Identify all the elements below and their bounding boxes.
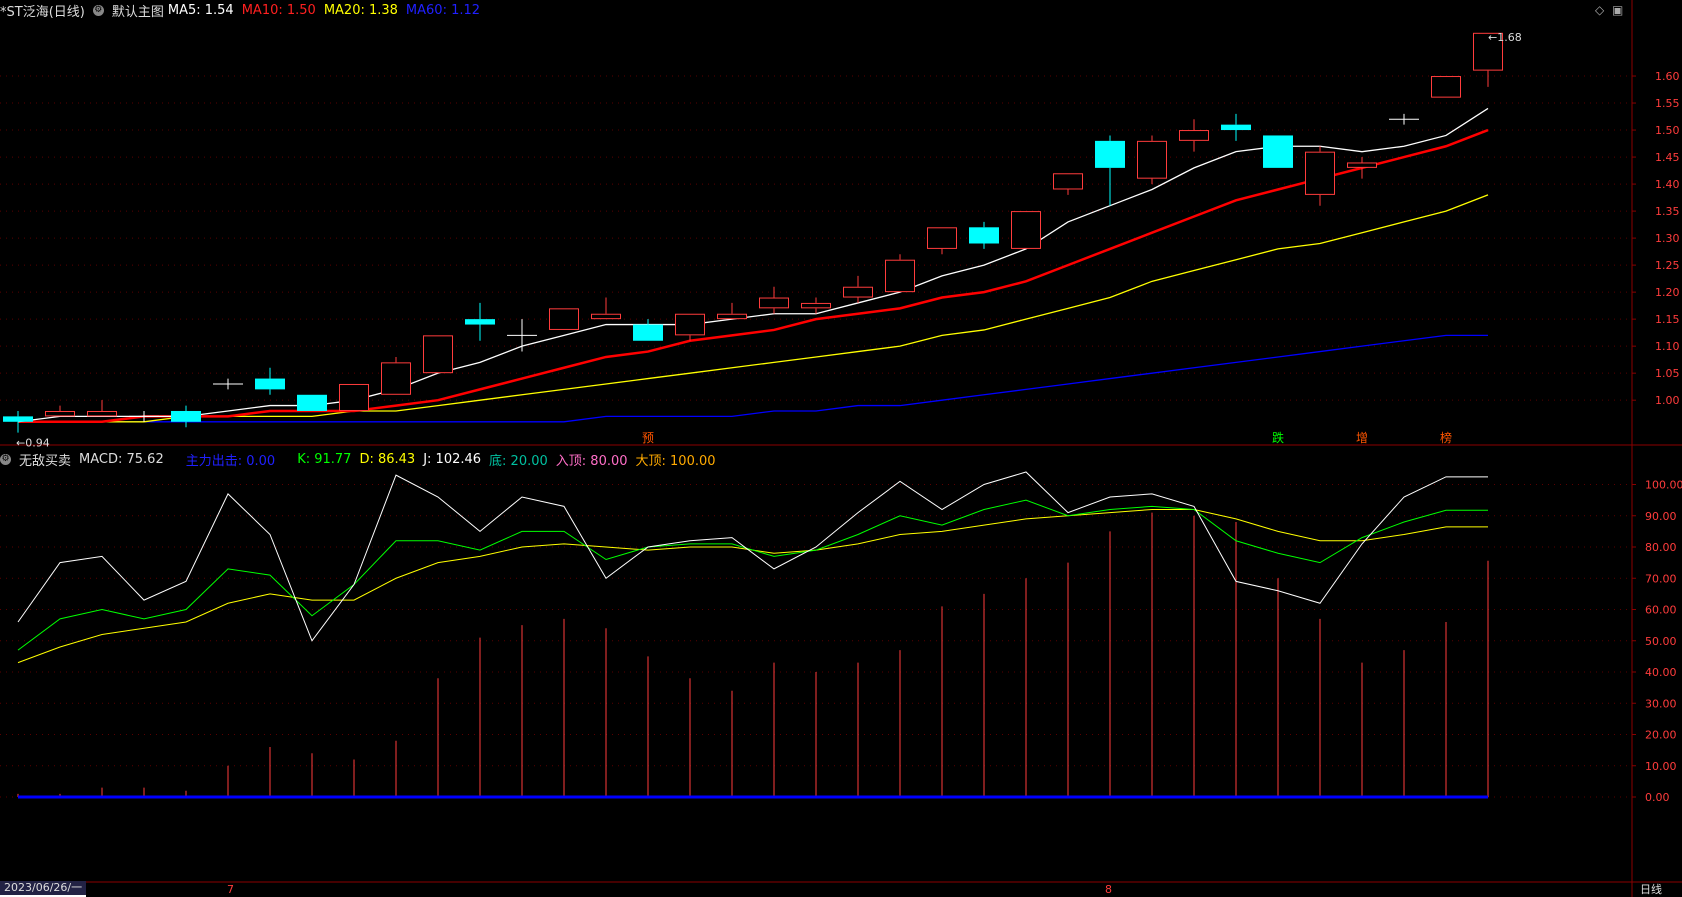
price-annotation: ←0.94 <box>16 437 50 450</box>
settings-icon[interactable]: ⚙ <box>92 4 104 16</box>
rudin-label: 入顶: 80.00 <box>555 453 628 469</box>
candle-body <box>1179 130 1209 141</box>
candle-body <box>1431 76 1461 98</box>
signal-label: 跌 <box>1272 430 1284 445</box>
ma5-label: MA5: 1.54 <box>167 2 234 18</box>
k-line <box>17 499 1488 651</box>
candle-body <box>1137 140 1167 179</box>
candle-body <box>549 308 579 330</box>
candle-body <box>255 378 285 390</box>
main-chart-header: *ST泛海(日线) ⚙ 默认主图 MA5: 1.54 MA10: 1.50 MA2… <box>0 1 488 20</box>
ma60-label: MA60: 1.12 <box>405 2 481 18</box>
y-tick-label: 10.00 <box>1645 760 1677 773</box>
k-label: K: 91.77 <box>297 451 352 467</box>
diamond-icon[interactable]: ◇ <box>1595 3 1604 17</box>
y-tick-label: 1.55 <box>1655 97 1680 110</box>
y-tick-label: 1.20 <box>1655 286 1680 299</box>
d-label: D: 86.43 <box>359 451 416 467</box>
candle-body <box>171 410 201 422</box>
signal-label: 预 <box>642 431 654 445</box>
y-tick-label: 60.00 <box>1645 604 1677 617</box>
y-tick-label: 30.00 <box>1645 697 1677 710</box>
start-date: 2023/06/26/一 <box>0 881 87 897</box>
candle-body <box>339 383 369 411</box>
candle-body <box>1347 162 1377 168</box>
ma10-label: MA10: 1.50 <box>241 2 316 18</box>
ma60-line <box>18 334 1488 423</box>
candle-body <box>885 259 915 293</box>
candle-body <box>87 410 117 417</box>
candle-body <box>633 324 663 341</box>
y-tick-label: 1.00 <box>1655 394 1680 407</box>
candle-body <box>381 362 411 395</box>
y-tick-label: 1.50 <box>1655 124 1680 137</box>
signal-label: 增 <box>1356 431 1368 445</box>
settings-icon[interactable]: ⚙ <box>0 453 11 465</box>
chart-canvas: 1.00 1.05 1.10 1.15 1.20 1.25 1.30 1.35 1.40 1.45… <box>0 0 1682 897</box>
symbol-title[interactable]: *ST泛海(日线) <box>0 1 85 20</box>
candle-body <box>927 227 957 249</box>
candle-body <box>45 410 75 417</box>
y-tick-label: 80.00 <box>1645 541 1677 554</box>
y-tick-label: 1.40 <box>1655 178 1680 191</box>
macd-label: MACD: 75.62 <box>79 451 164 467</box>
candle-body <box>1053 173 1083 190</box>
d-line <box>17 509 1488 664</box>
y-tick-label: 0.00 <box>1645 791 1670 804</box>
candle-body <box>297 394 327 411</box>
candle-body <box>591 313 621 320</box>
ma20-label: MA20: 1.38 <box>323 2 398 18</box>
y-tick-label: 1.45 <box>1655 151 1680 164</box>
candle-body <box>1095 140 1125 168</box>
ma10-line <box>18 128 1489 424</box>
price-annotation: ←1.68 <box>1488 31 1522 44</box>
di-label: 底: 20.00 <box>489 453 548 469</box>
y-tick-label: 1.60 <box>1655 70 1680 83</box>
candle-body <box>801 302 831 309</box>
y-tick-label: 1.15 <box>1655 313 1680 326</box>
y-tick-label: 100.00 <box>1645 479 1682 492</box>
candle-body <box>717 313 747 320</box>
ma20-line <box>18 194 1489 423</box>
y-tick-label: 70.00 <box>1645 572 1677 585</box>
main-label[interactable]: 默认主图 <box>112 1 164 20</box>
zhuli-label: 主力出击: 0.00 <box>185 453 276 469</box>
candle-body <box>969 227 999 244</box>
period-tab[interactable]: 日线 <box>1640 883 1662 897</box>
y-tick-label: 20.00 <box>1645 729 1677 742</box>
y-tick-label: 1.10 <box>1655 340 1680 353</box>
j-label: J: 102.46 <box>423 451 482 467</box>
y-tick-label: 1.30 <box>1655 232 1680 245</box>
y-tick-label: 90.00 <box>1645 510 1677 523</box>
j-line <box>17 471 1488 642</box>
y-tick-label: 50.00 <box>1645 635 1677 648</box>
sub-chart-header: ⚙ 无敌买卖 MACD: 75.62 主力出击: 0.00 K: 91.77 D:… <box>0 450 724 469</box>
y-tick-label: 40.00 <box>1645 666 1677 679</box>
candle-body <box>1221 124 1251 131</box>
candle-body <box>1263 135 1293 168</box>
candle-body <box>423 335 453 374</box>
indicator-name[interactable]: 无敌买卖 <box>19 450 71 469</box>
candle-body <box>675 313 705 336</box>
candle-body <box>1305 151 1335 195</box>
candle-body <box>1011 211 1041 249</box>
y-tick-label: 1.25 <box>1655 259 1680 272</box>
month-7-label: 7 <box>227 883 234 896</box>
candle-body <box>759 297 789 309</box>
month-8-label: 8 <box>1105 883 1112 896</box>
y-tick-label: 1.35 <box>1655 205 1680 218</box>
candle-body <box>3 416 33 422</box>
signal-label: 榜 <box>1440 430 1452 445</box>
dading-label: 大顶: 100.00 <box>635 453 716 469</box>
y-tick-label: 1.05 <box>1655 367 1680 380</box>
window-icon[interactable]: ▣ <box>1612 3 1623 17</box>
candle-body <box>843 286 873 298</box>
candle-body <box>465 319 495 325</box>
